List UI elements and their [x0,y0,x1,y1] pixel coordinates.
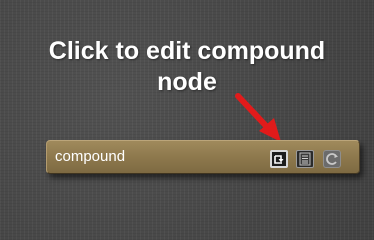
node-label: compound [55,148,126,165]
list-button[interactable] [296,150,314,168]
cycle-icon [326,153,338,165]
instruction-caption: Click to edit compound node [48,37,326,96]
canvas-background: Click to edit compound node compound [0,0,374,240]
list-icon [299,152,311,166]
cycle-button[interactable] [323,150,341,168]
edit-compound-button[interactable] [270,150,288,168]
compound-node[interactable]: compound [46,140,360,174]
edit-compound-icon [274,155,284,164]
